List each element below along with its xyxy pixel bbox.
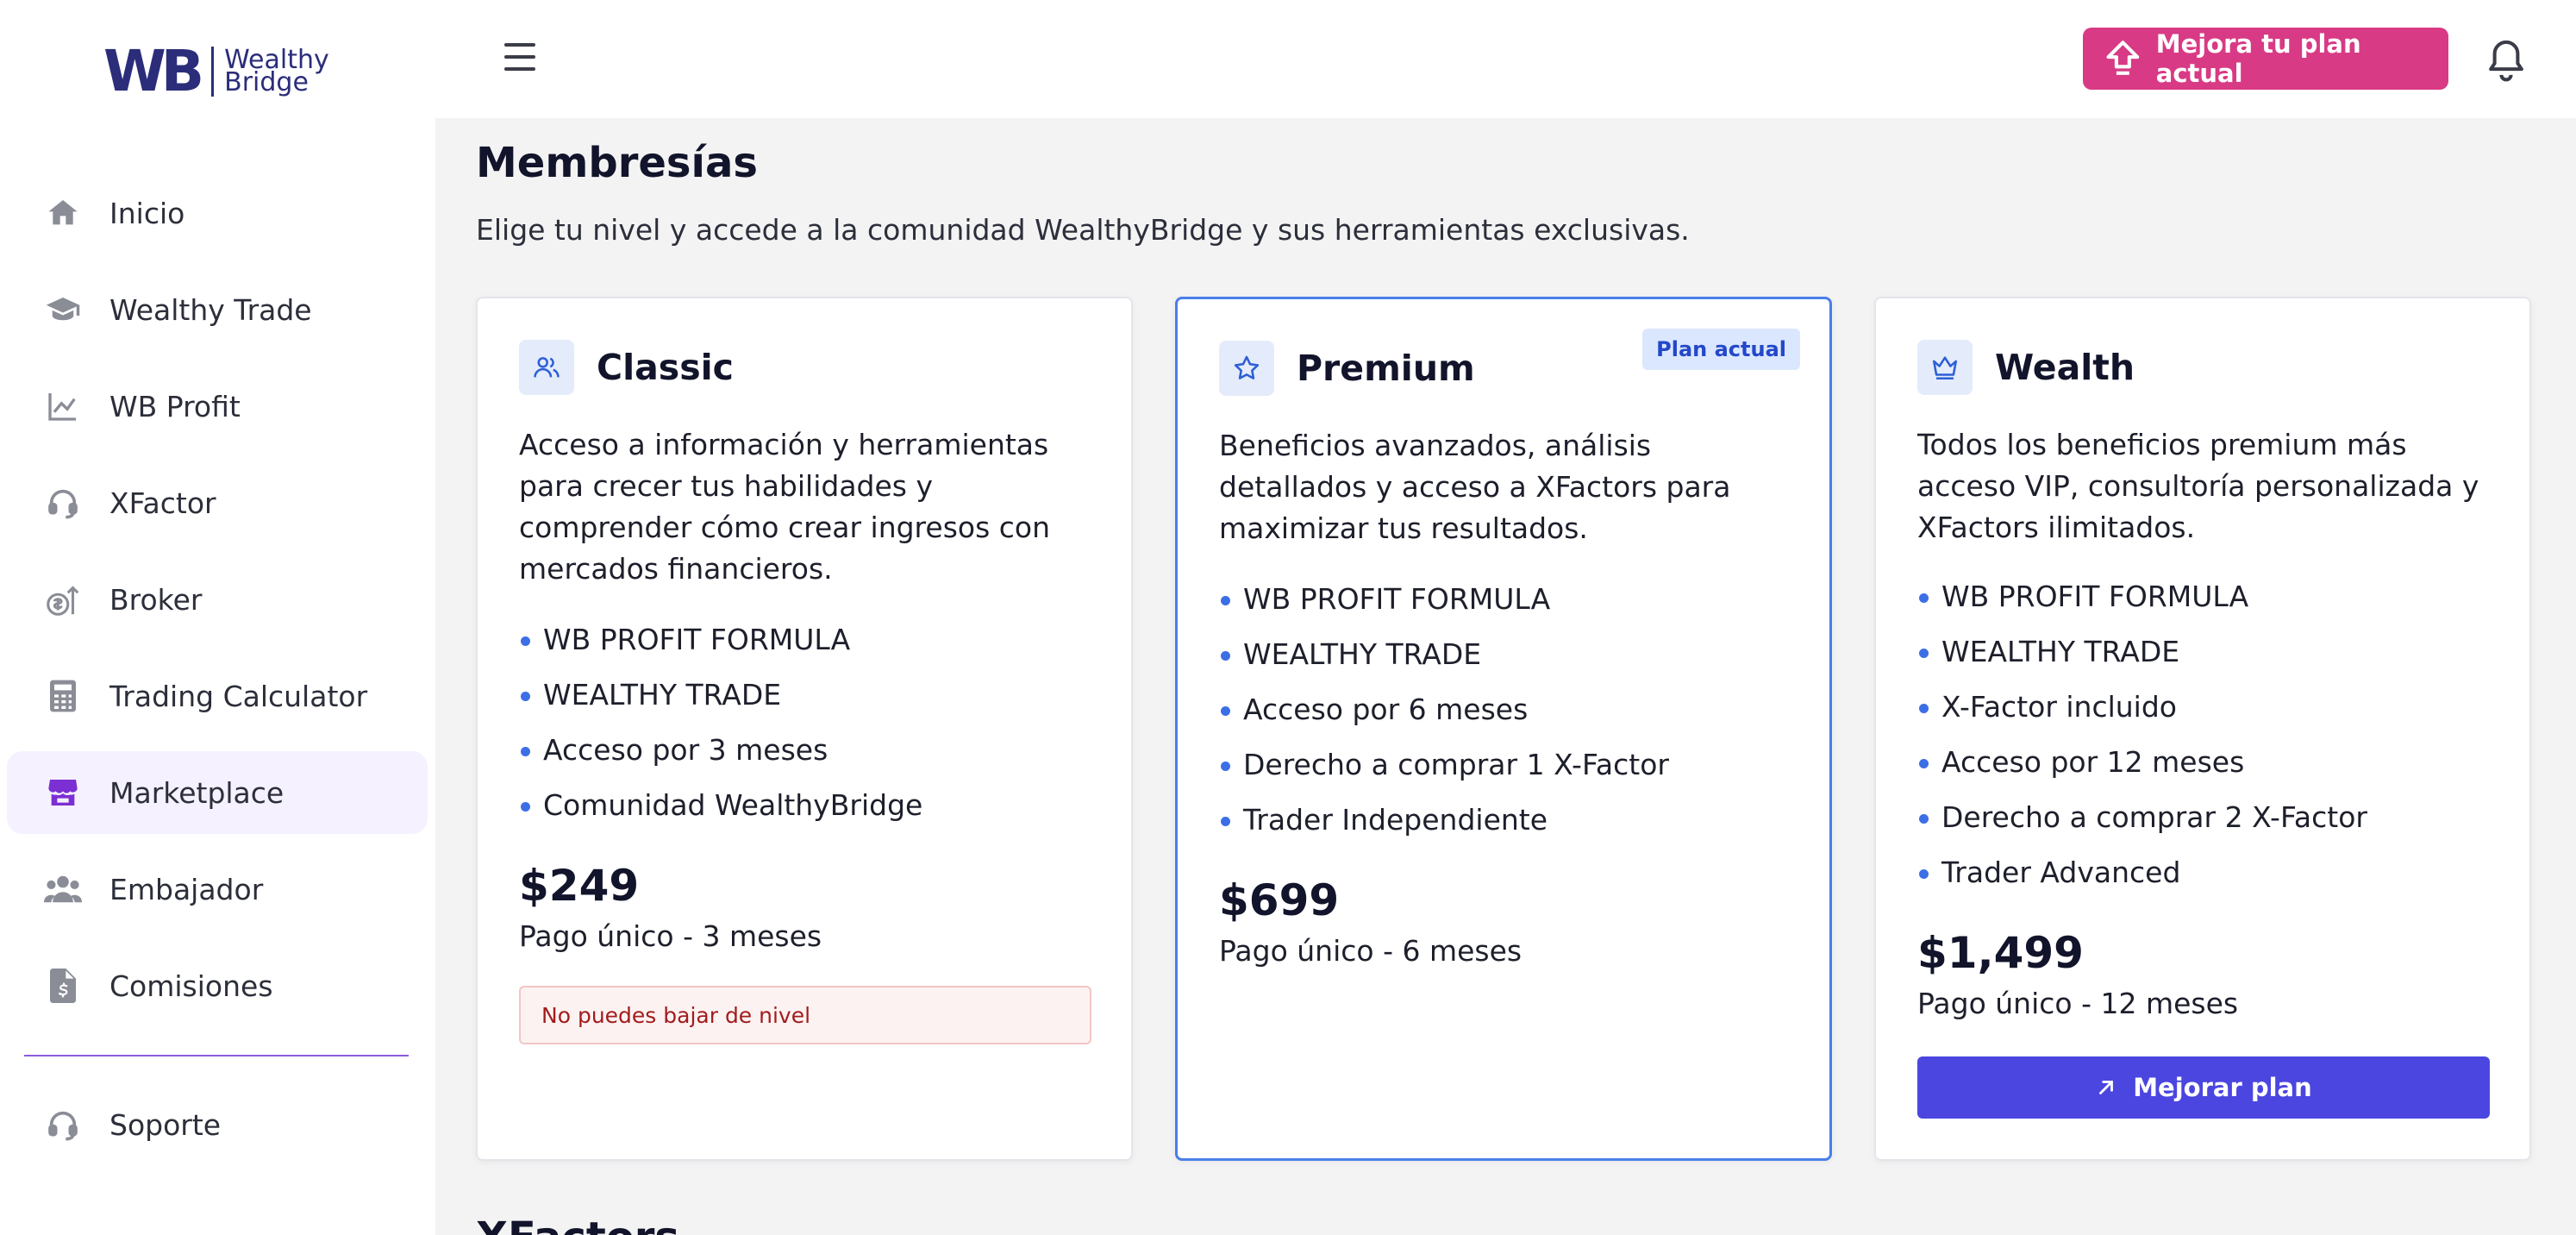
arrow-up-right-icon (2099, 1081, 2114, 1094)
sidebar-item-label: Broker (109, 582, 203, 617)
plan-price-note: Pago único - 12 meses (1917, 987, 2239, 1020)
brand-line-2: Bridge (224, 67, 309, 97)
sidebar-item-trading-calculator[interactable]: Trading Calculator (7, 655, 428, 737)
plan-name: Premium (1297, 348, 1475, 389)
plan-feature: WB PROFIT FORMULA (1917, 569, 2367, 624)
plan-description: Beneficios avanzados, análisis detallado… (1219, 429, 1731, 545)
plan-features-list: WB PROFIT FORMULA WEALTHY TRADE X-Factor… (1917, 569, 2367, 900)
sidebar-item-label: XFactor (109, 486, 216, 520)
plan-feature: WEALTHY TRADE (1219, 627, 1669, 682)
sidebar-item-comisiones[interactable]: Comisiones (7, 944, 428, 1027)
users-icon (42, 868, 84, 910)
plan-feature: Acceso por 6 meses (1219, 682, 1669, 737)
improve-plan-label: Mejorar plan (2133, 1073, 2312, 1102)
plan-feature: WB PROFIT FORMULA (1219, 572, 1669, 627)
page-subtitle: Elige tu nivel y accede a la comunidad W… (476, 213, 1690, 247)
plan-description: Acceso a información y herramientas para… (519, 428, 1051, 586)
line-chart-icon (42, 386, 84, 427)
graduation-cap-icon (42, 289, 84, 330)
brand-logo-text: Wealthy Bridge (224, 47, 329, 97)
upgrade-plan-label: Mejora tu plan actual (2155, 29, 2361, 88)
plan-card-premium: Plan actual Premium Beneficios avanzados… (1175, 297, 1832, 1161)
calculator-icon (42, 675, 84, 717)
notifications-bell-icon[interactable] (2483, 34, 2529, 85)
plan-feature: X-Factor incluido (1917, 680, 2367, 735)
users-outline-icon (519, 340, 574, 395)
plan-card-wealth: Wealth Todos los beneficios premium más … (1874, 297, 2531, 1161)
sidebar-item-label: Inicio (109, 196, 185, 230)
plan-feature: Comunidad WealthyBridge (519, 778, 922, 833)
sidebar-nav: Inicio Wealthy Trade WB Profit XFactor B… (7, 172, 428, 1041)
plan-features-list: WB PROFIT FORMULA WEALTHY TRADE Acceso p… (1219, 572, 1669, 848)
plan-feature: Acceso por 3 meses (519, 723, 922, 778)
upload-arrow-icon (2106, 41, 2140, 75)
plan-feature: Derecho a comprar 1 X-Factor (1219, 737, 1669, 793)
money-bag-icon (42, 579, 84, 620)
sidebar-item-label: Comisiones (109, 969, 273, 1003)
xfactors-section-title: XFactors (476, 1213, 679, 1235)
sidebar: WB Wealthy Bridge Inicio Wealthy Trade W… (0, 0, 435, 1235)
improve-plan-button[interactable]: Mejorar plan (1917, 1056, 2490, 1119)
current-plan-badge: Plan actual (1642, 329, 1800, 370)
sidebar-item-wealthy-trade[interactable]: Wealthy Trade (7, 268, 428, 351)
plan-price-note: Pago único - 6 meses (1219, 934, 1522, 968)
sidebar-item-wb-profit[interactable]: WB Profit (7, 365, 428, 448)
upgrade-plan-button[interactable]: Mejora tu plan actual (2083, 28, 2448, 90)
store-icon (42, 772, 84, 813)
plan-feature: WEALTHY TRADE (1917, 624, 2367, 680)
sidebar-item-soporte[interactable]: Soporte (7, 1083, 428, 1166)
plan-price: $249 (519, 861, 640, 911)
plan-card-header: Classic (519, 340, 734, 395)
plan-feature: Acceso por 12 meses (1917, 735, 2367, 790)
sidebar-item-label: Embajador (109, 872, 264, 906)
sidebar-item-xfactor[interactable]: XFactor (7, 461, 428, 544)
home-icon (42, 192, 84, 234)
sidebar-item-label: Soporte (109, 1107, 222, 1142)
downgrade-notice: No puedes bajar de nivel (519, 986, 1091, 1044)
plan-description: Todos los beneficios premium más acceso … (1917, 428, 2479, 544)
plan-features-list: WB PROFIT FORMULA WEALTHY TRADE Acceso p… (519, 612, 922, 833)
headset-icon (42, 482, 84, 523)
sidebar-item-label: WB Profit (109, 389, 241, 423)
plan-name: Classic (597, 347, 734, 388)
page-title: Membresías (476, 139, 758, 187)
sidebar-divider (24, 1055, 409, 1056)
headset-icon (42, 1104, 84, 1145)
brand-logo-mark: WB (103, 38, 204, 104)
plan-feature: Derecho a comprar 2 X-Factor (1917, 790, 2367, 845)
invoice-dollar-icon (42, 965, 84, 1006)
plan-price: $699 (1219, 875, 1340, 925)
plan-name: Wealth (1995, 347, 2135, 388)
sidebar-item-embajador[interactable]: Embajador (7, 848, 428, 931)
plan-card-header: Wealth (1917, 340, 2135, 395)
brand-logo-separator (211, 47, 215, 97)
menu-toggle-icon[interactable] (504, 43, 539, 72)
plan-card-classic: Classic Acceso a información y herramien… (476, 297, 1133, 1161)
top-header: Mejora tu plan actual (435, 0, 2576, 118)
plan-card-header: Premium (1219, 341, 1475, 396)
sidebar-item-inicio[interactable]: Inicio (7, 172, 428, 254)
plan-price-note: Pago único - 3 meses (519, 919, 822, 953)
crown-outline-icon (1917, 340, 1973, 395)
plan-feature: WEALTHY TRADE (519, 668, 922, 723)
plan-price: $1,499 (1917, 928, 2084, 978)
plan-feature: Trader Advanced (1917, 845, 2367, 900)
sidebar-item-label: Marketplace (109, 775, 284, 810)
sidebar-support-section: Soporte (7, 1083, 428, 1180)
sidebar-item-label: Trading Calculator (109, 679, 368, 713)
sidebar-item-broker[interactable]: Broker (7, 558, 428, 641)
brand-logo[interactable]: WB Wealthy Bridge (103, 43, 329, 100)
sidebar-item-marketplace[interactable]: Marketplace (7, 751, 428, 834)
sidebar-item-label: Wealthy Trade (109, 292, 312, 327)
star-outline-icon (1219, 341, 1274, 396)
plan-feature: WB PROFIT FORMULA (519, 612, 922, 668)
plan-feature: Trader Independiente (1219, 793, 1669, 848)
